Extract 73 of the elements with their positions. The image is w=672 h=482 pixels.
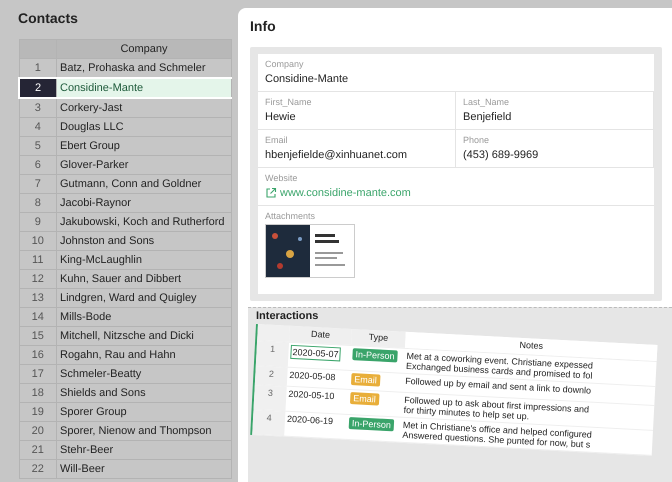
field-label: First_Name xyxy=(265,97,313,107)
field-label: Last_Name xyxy=(463,97,510,107)
row-number[interactable]: 9 xyxy=(19,212,56,232)
type-tag: In-Person xyxy=(352,348,398,362)
row-number: 2 xyxy=(254,366,288,386)
row-number[interactable]: 13 xyxy=(19,288,56,308)
row-number[interactable]: 22 xyxy=(19,460,56,478)
row-number[interactable]: 16 xyxy=(19,346,56,364)
row-number[interactable]: 6 xyxy=(19,156,56,174)
row-number[interactable]: 5 xyxy=(19,136,56,156)
table-cell[interactable]: Sporer, Nienow and Thompson xyxy=(56,422,232,440)
panel-title: Contacts xyxy=(18,10,79,28)
field-value[interactable]: hbenjefielde@xinhuanet.com xyxy=(265,149,448,161)
table-cell[interactable]: Will-Beer xyxy=(56,460,232,478)
table-cell[interactable]: Mitchell, Nitzsche and Dicki xyxy=(56,326,232,346)
section-title: Interactions xyxy=(256,310,320,322)
row-number[interactable]: 2 xyxy=(19,78,56,98)
table-cell[interactable]: Kuhn, Sauer and Dibbert xyxy=(56,270,232,288)
row-number[interactable]: 21 xyxy=(19,440,56,460)
table-cell[interactable]: Sporer Group xyxy=(56,402,232,422)
field-label: Attachments xyxy=(265,211,316,221)
type-tag: In-Person xyxy=(348,417,394,432)
field-value[interactable]: Considine-Mante xyxy=(265,73,647,85)
row-number[interactable]: 18 xyxy=(19,384,56,402)
table-cell[interactable]: 2020-06-19 xyxy=(286,414,334,426)
external-link-icon[interactable] xyxy=(265,187,277,199)
section-title: Info xyxy=(250,18,277,36)
type-tag: Email xyxy=(350,392,380,406)
table-cell[interactable]: Mills-Bode xyxy=(56,308,232,326)
table-cell[interactable]: Jacobi-Raynor xyxy=(56,194,232,212)
field-value[interactable]: Hewie xyxy=(265,111,448,123)
table-cell[interactable]: Corkery-Jast xyxy=(56,98,232,118)
column-header: Company xyxy=(56,40,232,58)
table-cell[interactable]: King-McLaughlin xyxy=(56,250,232,270)
row-number[interactable]: 19 xyxy=(19,402,56,422)
row-number: 4 xyxy=(252,410,286,436)
field-label: Phone xyxy=(463,135,490,145)
table-cell[interactable]: Considine-Mante xyxy=(56,78,232,98)
table-cell[interactable]: 2020-05-10 xyxy=(288,388,335,402)
table-cell[interactable]: Shields and Sons xyxy=(56,384,232,402)
table-cell[interactable]: Schmeler-Beatty xyxy=(56,364,232,384)
table-cell[interactable]: Rogahn, Rau and Hahn xyxy=(56,346,232,364)
field-label: Website xyxy=(265,173,298,183)
row-number[interactable]: 8 xyxy=(19,194,56,212)
type-tag: Email xyxy=(350,373,380,387)
row-number[interactable]: 12 xyxy=(19,270,56,288)
row-number: 3 xyxy=(254,385,287,411)
table-cell[interactable]: Stehr-Beer xyxy=(56,440,232,460)
row-number[interactable]: 7 xyxy=(19,174,56,194)
row-number[interactable]: 20 xyxy=(19,422,56,440)
row-number[interactable]: 3 xyxy=(19,98,56,118)
table-cell[interactable]: Glover-Parker xyxy=(56,156,232,174)
row-number[interactable]: 17 xyxy=(19,364,56,384)
row-number[interactable]: 14 xyxy=(19,308,56,326)
field-value[interactable]: (453) 689-9969 xyxy=(463,149,646,161)
row-number[interactable]: 10 xyxy=(19,232,56,250)
row-number[interactable]: 11 xyxy=(19,250,56,270)
table-cell[interactable]: Lindgren, Ward and Quigley xyxy=(56,288,232,308)
table-cell[interactable]: Jakubowski, Koch and Rutherford xyxy=(56,212,232,232)
row-number[interactable]: 15 xyxy=(19,326,56,346)
field-label: Company xyxy=(265,59,305,69)
row-number[interactable]: 4 xyxy=(19,118,56,136)
table-cell[interactable]: 2020-05-08 xyxy=(289,370,336,382)
table-cell[interactable]: Douglas LLC xyxy=(56,118,232,136)
column-header: Type xyxy=(351,329,406,348)
field-value[interactable]: Benjefield xyxy=(463,111,646,123)
row-number: 1 xyxy=(256,341,290,367)
table-cell[interactable]: Gutmann, Conn and Goldner xyxy=(56,174,232,194)
column-header: Date xyxy=(289,326,352,345)
table-cell[interactable]: Ebert Group xyxy=(56,136,232,156)
table-cell[interactable]: Johnston and Sons xyxy=(56,232,232,250)
field-label: Email xyxy=(265,135,289,145)
table-cell[interactable]: 2020-05-07 xyxy=(290,344,341,362)
